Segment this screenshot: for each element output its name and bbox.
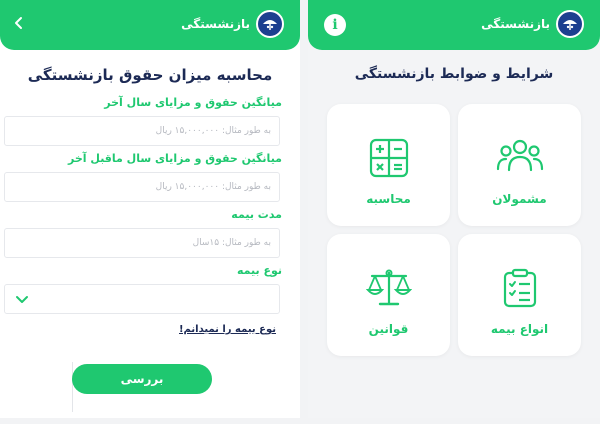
last-year-salary-label: میانگین حقوق و مزایای سال آخر: [104, 96, 282, 109]
brand: بازنشستگی: [481, 10, 584, 38]
card-label: مشمولان: [492, 192, 547, 206]
calculator-icon: [369, 138, 408, 178]
page-title: شرایط و ضوابط بازنشستگی: [354, 66, 554, 82]
card-label: محاسبه: [366, 192, 411, 206]
calculator-screen: بازنشستگی محاسبه میزان حقوق بازنشستگی می…: [0, 0, 300, 418]
card-label: قوانین: [368, 322, 409, 336]
insurance-duration-input[interactable]: [4, 228, 280, 258]
card-laws[interactable]: قوانین: [327, 234, 450, 356]
conditions-screen: i بازنشستگی شرایط و ضوابط بازنشستگی مشمو…: [308, 0, 600, 418]
card-calculation[interactable]: محاسبه: [327, 104, 450, 226]
last-year-salary-input[interactable]: [4, 116, 280, 146]
prev-year-salary-label: میانگین حقوق و مزایای سال ماقبل آخر: [68, 152, 282, 165]
insurance-type-label: نوع بیمه: [236, 264, 282, 277]
umbrella-logo-icon: [256, 10, 284, 38]
users-icon: [496, 139, 543, 172]
card-label: انواع بیمه: [490, 322, 549, 336]
insurance-type-select[interactable]: [4, 284, 280, 314]
brand-name: بازنشستگی: [481, 17, 550, 31]
umbrella-logo-icon: [556, 10, 584, 38]
scales-icon: [365, 269, 412, 306]
brand-name: بازنشستگی: [181, 17, 250, 31]
brand: بازنشستگی: [181, 10, 284, 38]
submit-button[interactable]: بررسی: [72, 364, 212, 394]
info-icon: i: [332, 17, 338, 33]
card-covered-persons[interactable]: مشمولان: [458, 104, 581, 226]
back-button[interactable]: [8, 12, 30, 38]
page-title: محاسبه میزان حقوق بازنشستگی: [27, 66, 273, 84]
insurance-duration-label: مدت بیمه: [231, 208, 282, 221]
prev-year-salary-input[interactable]: [4, 172, 280, 202]
header: i بازنشستگی: [308, 0, 600, 50]
chevron-left-icon: [15, 17, 22, 29]
insurance-type-help-link[interactable]: نوع بیمه را نمیدانم!: [179, 324, 276, 335]
card-insurance-types[interactable]: انواع بیمه: [458, 234, 581, 356]
info-button[interactable]: i: [324, 14, 346, 36]
header: بازنشستگی: [0, 0, 300, 50]
clipboard-icon: [503, 268, 536, 308]
divider: [72, 362, 73, 412]
chevron-down-icon: [16, 296, 28, 303]
